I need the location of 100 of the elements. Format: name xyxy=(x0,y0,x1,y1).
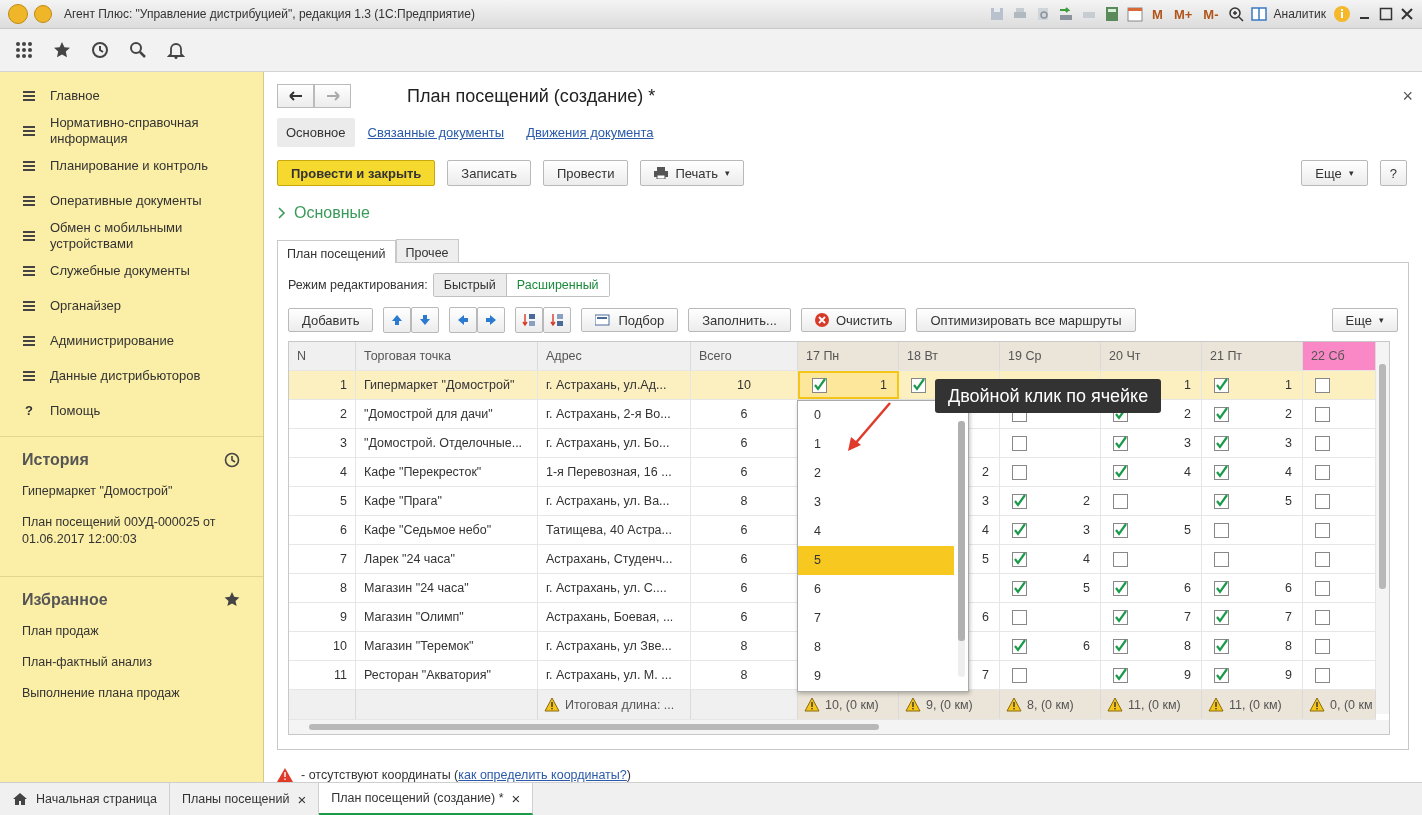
memory-button[interactable]: M- xyxy=(1201,6,1221,22)
column-header[interactable]: Адрес xyxy=(538,342,691,370)
command-button[interactable]: Провести xyxy=(542,160,629,187)
dropdown-option[interactable]: 8 xyxy=(798,633,954,662)
dropdown-scrollbar[interactable] xyxy=(958,421,965,677)
calendar-icon[interactable] xyxy=(1127,6,1144,22)
checkbox[interactable] xyxy=(1012,493,1027,509)
sidebar-item[interactable]: Нормативно-справочная информация xyxy=(0,113,263,148)
checkbox[interactable] xyxy=(1012,580,1027,596)
checkbox[interactable] xyxy=(1214,609,1229,625)
checkbox[interactable] xyxy=(1315,609,1330,625)
day-header[interactable]: 18 Вт xyxy=(899,342,1000,370)
dropdown-option[interactable]: 9 xyxy=(798,662,954,691)
back-button[interactable] xyxy=(277,84,314,109)
checkbox[interactable] xyxy=(1113,667,1128,683)
dropdown-option[interactable]: 2 xyxy=(798,459,954,488)
history-icon[interactable] xyxy=(223,451,241,469)
page-tab[interactable]: План посещений xyxy=(277,240,396,263)
zoom-icon[interactable] xyxy=(1227,6,1244,22)
user-name[interactable]: Аналитик xyxy=(1273,7,1326,21)
favorite-link[interactable]: Выполнение плана продаж xyxy=(22,685,241,702)
checkbox[interactable] xyxy=(1012,464,1027,480)
history-link[interactable]: План посещений 00УД-000025 от 01.06.2017 12:00:03 xyxy=(22,514,241,548)
panels-icon[interactable] xyxy=(1250,6,1267,22)
checkbox[interactable] xyxy=(1214,551,1229,567)
checkbox[interactable] xyxy=(1214,493,1229,509)
checkbox[interactable] xyxy=(1214,435,1229,451)
taskbar-tab[interactable]: Начальная страница xyxy=(0,783,170,815)
vertical-scrollbar[interactable] xyxy=(1376,342,1389,714)
checkbox[interactable] xyxy=(1012,522,1027,538)
checkbox[interactable] xyxy=(1315,464,1330,480)
more-button[interactable]: Еще ▾ xyxy=(1331,308,1398,332)
command-button[interactable]: Оптимизировать все маршруты xyxy=(916,308,1136,332)
command-button[interactable]: Записать xyxy=(447,160,531,187)
clear-button[interactable]: Очистить xyxy=(800,308,907,332)
checkbox[interactable] xyxy=(1113,464,1128,480)
checkbox[interactable] xyxy=(1113,435,1128,451)
sort-descending-button[interactable] xyxy=(543,307,572,333)
more-button[interactable]: Еще ▾ xyxy=(1301,160,1368,187)
checkbox[interactable] xyxy=(1315,435,1330,451)
checkbox[interactable] xyxy=(1012,609,1027,625)
checkbox[interactable] xyxy=(1012,435,1027,451)
apps-grid-icon[interactable] xyxy=(14,40,34,60)
form-tab[interactable]: Связанные документы xyxy=(358,118,514,148)
dropdown-option[interactable]: 1 xyxy=(798,430,954,459)
checkbox[interactable] xyxy=(1214,667,1229,683)
checkbox[interactable] xyxy=(911,377,926,393)
star-icon[interactable] xyxy=(52,40,72,60)
column-header[interactable]: N xyxy=(289,342,356,370)
day-header[interactable]: 21 Пт xyxy=(1202,342,1303,370)
checkbox[interactable] xyxy=(1113,609,1128,625)
dropdown-option[interactable]: 4 xyxy=(798,517,954,546)
calculator-icon[interactable] xyxy=(1104,6,1121,22)
checkbox[interactable] xyxy=(812,377,827,393)
search-icon[interactable] xyxy=(128,40,148,60)
checkbox[interactable] xyxy=(1315,551,1330,567)
dropdown-option[interactable]: 5 xyxy=(798,546,954,575)
checkbox[interactable] xyxy=(1214,377,1229,393)
checkbox[interactable] xyxy=(1113,522,1128,538)
sidebar-item[interactable]: ? Помощь xyxy=(0,393,263,428)
checkbox[interactable] xyxy=(1113,493,1128,509)
checkbox[interactable] xyxy=(1214,406,1229,422)
memory-button[interactable]: M xyxy=(1150,6,1165,22)
checkbox[interactable] xyxy=(1012,638,1027,654)
dropdown-option[interactable]: 7 xyxy=(798,604,954,633)
maximize-icon[interactable] xyxy=(1379,7,1393,21)
sort-ascending-button[interactable] xyxy=(515,307,544,333)
history-link[interactable]: Гипермаркет "Домострой" xyxy=(22,483,241,500)
checkbox[interactable] xyxy=(1012,667,1027,683)
move-up-button[interactable] xyxy=(383,307,412,333)
checkbox[interactable] xyxy=(1315,522,1330,538)
close-icon[interactable] xyxy=(1400,7,1414,21)
checkbox[interactable] xyxy=(1214,580,1229,596)
day-header[interactable]: 19 Ср xyxy=(1000,342,1101,370)
section-toggle[interactable]: Основные xyxy=(277,204,1409,223)
taskbar-tab[interactable]: План посещений (создание) * × xyxy=(319,783,534,815)
print-button[interactable]: Печать ▾ xyxy=(640,160,744,187)
checkbox[interactable] xyxy=(1214,522,1229,538)
column-header[interactable]: Торговая точка xyxy=(356,342,538,370)
checkbox[interactable] xyxy=(1113,551,1128,567)
favorite-link[interactable]: План продаж xyxy=(22,623,241,640)
form-tab[interactable]: Движения документа xyxy=(517,118,663,148)
history-icon[interactable] xyxy=(90,40,110,60)
close-button[interactable]: × xyxy=(1402,85,1413,107)
sidebar-item[interactable]: Главное xyxy=(0,78,263,113)
horizontal-scrollbar[interactable] xyxy=(289,720,1389,734)
sidebar-item[interactable]: Администрирование xyxy=(0,323,263,358)
day-header[interactable]: 20 Чт xyxy=(1101,342,1202,370)
pick-button[interactable]: Подбор xyxy=(581,308,679,332)
sidebar-item[interactable]: Обмен с мобильными устройствами xyxy=(0,218,263,253)
checkbox[interactable] xyxy=(1315,493,1330,509)
move-right-button[interactable] xyxy=(477,307,506,333)
checkbox[interactable] xyxy=(1113,580,1128,596)
help-button[interactable]: ? xyxy=(1379,160,1407,187)
checkbox[interactable] xyxy=(1315,580,1330,596)
memory-button[interactable]: M+ xyxy=(1171,6,1195,22)
sidebar-item[interactable]: Оперативные документы xyxy=(0,183,263,218)
command-button[interactable]: Заполнить... xyxy=(688,308,791,332)
checkbox[interactable] xyxy=(1214,464,1229,480)
sidebar-item[interactable]: Данные дистрибьюторов xyxy=(0,358,263,393)
